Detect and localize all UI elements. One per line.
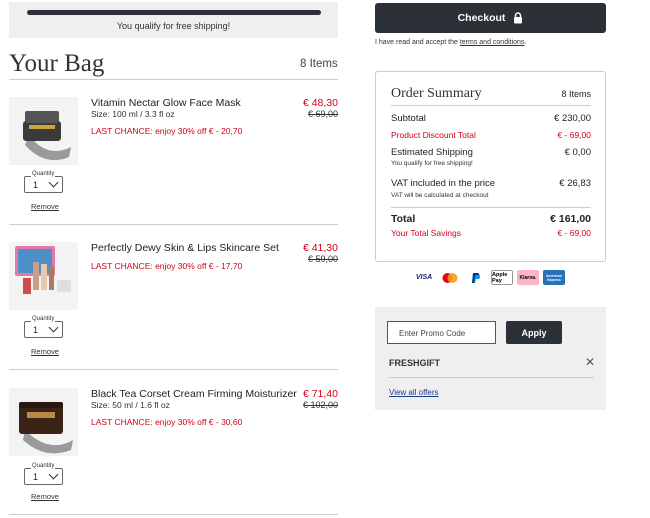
quantity-select[interactable]: Quantity 1 [24, 316, 63, 338]
order-summary: Order Summary 8 Items Subtotal € 230,00 … [375, 71, 606, 262]
apply-button[interactable]: Apply [506, 321, 562, 344]
product-old-price: € 69,00 [307, 109, 338, 119]
cart-item: Vitamin Nectar Glow Face Mask Size: 100 … [9, 97, 338, 217]
bag-title: Your Bag [9, 50, 105, 77]
divider [391, 105, 591, 106]
product-old-price: € 59,00 [307, 254, 338, 264]
shipping-note: You qualify for free shipping! [391, 160, 473, 167]
savings-value: € - 69,00 [557, 228, 591, 238]
cart-item: Black Tea Corset Cream Firming Moisturiz… [9, 388, 338, 506]
cart-item: Perfectly Dewy Skin & Lips Skincare Set … [9, 242, 338, 362]
divider [389, 377, 594, 378]
quantity-label: Quantity [31, 463, 56, 469]
lock-icon [514, 12, 523, 24]
bag-item-count: 8 Items [300, 58, 338, 70]
total-row: Total € 161,00 [391, 213, 591, 225]
product-image[interactable] [9, 388, 78, 456]
promo-panel: Enter Promo Code Apply FRESHGIFT ✕ View … [375, 307, 606, 410]
product-price: € 48,30 [302, 97, 338, 109]
remove-link[interactable]: Remove [31, 202, 59, 211]
quantity-select[interactable]: Quantity 1 [24, 463, 63, 485]
product-price: € 41,30 [302, 242, 338, 254]
shipping-row: Estimated Shipping € 0,00 [391, 147, 591, 158]
product-name[interactable]: Perfectly Dewy Skin & Lips Skincare Set [91, 242, 279, 254]
chevron-down-icon [48, 322, 59, 333]
applied-promo-code: FRESHGIFT [389, 358, 440, 368]
product-name[interactable]: Black Tea Corset Cream Firming Moisturiz… [91, 388, 297, 400]
promo-text: LAST CHANCE: enjoy 30% off € - 17,70 [91, 261, 243, 271]
terms-link[interactable]: terms and conditions [460, 39, 525, 46]
shipping-value: € 0,00 [564, 147, 591, 158]
vat-note: VAT will be calculated at checkout [391, 192, 489, 199]
summary-title: Order Summary [391, 86, 482, 101]
terms-text: I have read and accept the terms and con… [375, 39, 527, 46]
quantity-label: Quantity [31, 171, 56, 177]
free-shipping-text: You qualify for free shipping! [116, 21, 231, 31]
shipping-progress-bar [27, 10, 321, 15]
promo-text: LAST CHANCE: enjoy 30% off € - 30,60 [91, 417, 243, 427]
vat-row: VAT included in the price € 26,83 [391, 178, 591, 189]
quantity-value: 1 [33, 180, 39, 190]
chevron-down-icon [48, 177, 59, 188]
subtotal-value: € 230,00 [554, 113, 591, 124]
quantity-value: 1 [33, 325, 39, 335]
checkout-button[interactable]: Checkout [375, 3, 606, 33]
remove-link[interactable]: Remove [31, 492, 59, 501]
free-shipping-banner: You qualify for free shipping! [9, 2, 338, 38]
product-image[interactable] [9, 97, 78, 165]
quantity-label: Quantity [31, 316, 56, 322]
subtotal-row: Subtotal € 230,00 [391, 113, 591, 124]
vat-value: € 26,83 [559, 178, 591, 189]
discount-row: Product Discount Total € - 69,00 [391, 130, 591, 140]
view-all-offers-link[interactable]: View all offers [389, 388, 439, 397]
visa-icon: VISA [415, 274, 433, 281]
product-old-price: € 102,00 [302, 400, 338, 410]
product-image[interactable] [9, 242, 78, 310]
divider [9, 369, 338, 370]
quantity-value: 1 [33, 472, 39, 482]
discount-value: € - 69,00 [557, 130, 591, 140]
total-value: € 161,00 [550, 213, 591, 225]
paypal-icon [465, 270, 487, 285]
chevron-down-icon [48, 469, 59, 480]
amex-icon: American Express [543, 270, 565, 285]
promo-text: LAST CHANCE: enjoy 30% off € - 20,70 [91, 126, 243, 136]
product-name[interactable]: Vitamin Nectar Glow Face Mask [91, 97, 241, 109]
savings-row: Your Total Savings € - 69,00 [391, 228, 591, 238]
divider [391, 207, 591, 208]
divider [9, 79, 338, 80]
mastercard-icon [439, 270, 461, 285]
close-icon[interactable]: ✕ [585, 355, 595, 369]
product-price: € 71,40 [302, 388, 338, 400]
quantity-select[interactable]: Quantity 1 [24, 171, 63, 193]
summary-item-count: 8 Items [561, 89, 591, 99]
checkout-label: Checkout [457, 12, 506, 24]
apple-pay-icon: Apple Pay [491, 270, 513, 285]
product-size: Size: 100 ml / 3.3 fl oz [91, 109, 175, 119]
promo-code-input[interactable]: Enter Promo Code [387, 321, 496, 344]
divider [9, 514, 338, 515]
product-size: Size: 50 ml / 1.6 fl oz [91, 400, 170, 410]
payment-methods: VISA Apple Pay Klarna. American Express [413, 270, 565, 285]
remove-link[interactable]: Remove [31, 347, 59, 356]
klarna-icon: Klarna. [517, 270, 539, 285]
divider [9, 224, 338, 225]
